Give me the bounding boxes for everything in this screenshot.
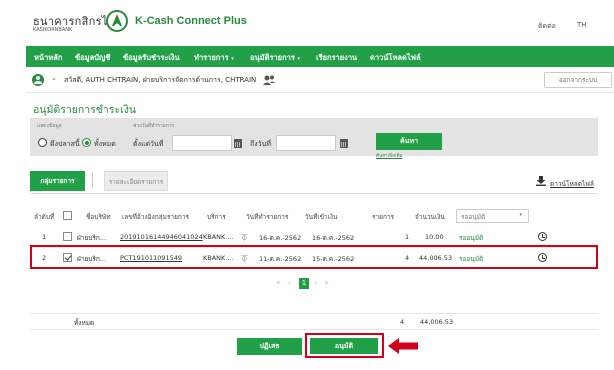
total-count: 4 — [400, 318, 405, 326]
app-title: K-Cash Connect Plus — [135, 15, 247, 27]
advanced-search-link[interactable]: ค้นหาเพิ่มเติม — [376, 152, 402, 159]
selected-row-highlight — [30, 245, 598, 269]
table-header: ลำดับที่ ชื่อบริษัท เลขที่อ้างอิงกลุ่มรา… — [30, 206, 598, 226]
calendar-icon[interactable] — [234, 139, 242, 148]
nav-item-reports[interactable]: เรียกรายงาน — [316, 52, 357, 64]
tab-divider — [92, 173, 93, 189]
bank-logo-icon — [106, 10, 128, 32]
nav-item-transactions[interactable]: ทำรายการ ▾ — [194, 52, 234, 64]
nav-item-label: อนุมัติรายการ — [250, 53, 295, 62]
total-label: ทั้งหมด — [74, 319, 95, 327]
row-txn-date: 16-ต.ค.-2562 — [259, 234, 302, 242]
logout-button[interactable]: ออกจากระบบ — [544, 72, 612, 88]
row-checkbox[interactable] — [63, 232, 72, 241]
row-reference-link[interactable]: 20191016144946041024 — [120, 233, 203, 241]
page-title: อนุมัติรายการชำระเงิน — [33, 104, 137, 116]
main-nav: หน้าหลัก ข้อมูลบัญชี ข้อมูลรับชำระเงิน ท… — [26, 46, 614, 67]
nav-item-download[interactable]: ดาวน์โหลดไฟล์ — [370, 52, 421, 64]
row-count: 1 — [405, 233, 410, 241]
total-amount: 44,006.53 — [420, 318, 454, 326]
status-filter-value: รออนุมัติ — [461, 213, 486, 221]
row-effective-date: 16-ต.ค.-2562 — [312, 234, 355, 242]
chevron-down-icon[interactable]: ⌄ — [51, 74, 57, 82]
header-effective-date: วันที่เข้าเงิน — [305, 213, 338, 221]
reject-button[interactable]: ปฏิเสธ — [237, 338, 302, 355]
nav-item-approvals[interactable]: อนุมัติรายการ ▾ — [250, 52, 300, 64]
row-amount: 10.00 — [425, 233, 444, 241]
show-data-label: แสดงข้อมูล — [37, 123, 62, 129]
to-date-label: ถึงวันที่ — [250, 140, 271, 148]
header-count: รายการ — [372, 213, 395, 221]
select-all-checkbox[interactable] — [63, 211, 72, 220]
radio-option-today-label: ดึงปลาสนี้ — [50, 140, 80, 148]
row-index: 1 — [42, 233, 47, 241]
status-filter-select[interactable]: รออนุมัติ ▾ — [456, 209, 529, 223]
totals-row: ทั้งหมด 4 44,006.53 — [30, 313, 598, 330]
nav-item-receivables[interactable]: ข้อมูลรับชำระเงิน — [123, 52, 180, 64]
from-date-input[interactable] — [172, 135, 232, 151]
contact-link[interactable]: ติดต่อ — [538, 21, 556, 32]
divider — [30, 193, 598, 194]
download-file-link[interactable]: ดาวน์โหลดไฟล์ — [550, 179, 594, 189]
radio-option-today[interactable] — [38, 138, 47, 147]
header-txn-date: วันที่ทำรายการ — [246, 213, 289, 221]
approve-button[interactable]: อนุมัติ — [310, 338, 378, 354]
next-page-icon[interactable]: › — [314, 278, 317, 287]
header-reference: เลขที่อ้างอิงกลุ่มรายการ — [122, 213, 189, 221]
top-header: ธนาคารกสิกรไทย KASIKORNBANK K-Cash Conne… — [0, 0, 614, 46]
row-service: KBANK ... — [203, 233, 234, 241]
history-icon[interactable] — [538, 232, 547, 241]
from-date-label: ตั้งแต่วันที่ — [133, 140, 164, 148]
last-page-icon[interactable]: » — [324, 278, 329, 287]
prev-page-icon[interactable]: ‹ — [288, 278, 291, 287]
pointer-arrow-icon — [388, 338, 418, 354]
page-number-current[interactable]: 1 — [299, 278, 309, 289]
nav-item-account-info[interactable]: ข้อมูลบัญชี — [75, 52, 110, 64]
row-status: รออนุมัติ — [459, 234, 484, 242]
tab-group-list[interactable]: กลุ่มรายการ — [30, 171, 85, 191]
radio-option-all-label: ทั้งหมด — [94, 140, 116, 148]
header-amount: จำนวนเงิน — [415, 213, 445, 221]
calendar-icon[interactable] — [340, 139, 348, 148]
radio-option-all[interactable] — [82, 138, 91, 147]
search-button[interactable]: ค้นหา — [376, 133, 442, 150]
header-company: ชื่อบริษัท — [86, 213, 111, 221]
header-index: ลำดับที่ — [34, 213, 55, 221]
user-avatar-icon[interactable] — [32, 74, 44, 86]
chevron-down-icon: ▾ — [519, 212, 522, 218]
bank-name-en: KASIKORNBANK — [33, 27, 73, 33]
user-bar: ⌄ สวัสดี, AUTH CHTRAIN, ฝ่ายบริการจัดการ… — [26, 67, 614, 93]
first-page-icon[interactable]: « — [276, 278, 281, 287]
date-range-label: ช่วงวันที่ทำรายการ — [133, 123, 175, 129]
nav-item-label: ทำรายการ — [194, 53, 229, 62]
bank-service-icon: ⏁ — [241, 234, 248, 242]
user-greeting: สวัสดี, AUTH CHTRAIN, ฝ่ายบริการจัดการด้… — [64, 76, 257, 84]
to-date-input[interactable] — [276, 135, 336, 151]
switch-user-icon[interactable] — [262, 74, 276, 86]
chevron-down-icon: ▾ — [297, 56, 301, 62]
download-icon[interactable] — [536, 176, 546, 186]
tab-item-details[interactable]: รายละเอียดรายการ — [104, 171, 168, 191]
nav-item-home[interactable]: หน้าหลัก — [34, 52, 62, 64]
language-selector[interactable]: TH — [577, 21, 587, 29]
header-service: บริการ — [207, 213, 226, 221]
chevron-down-icon: ▾ — [231, 56, 234, 62]
row-company: ฝ่ายบริก... — [77, 234, 107, 242]
